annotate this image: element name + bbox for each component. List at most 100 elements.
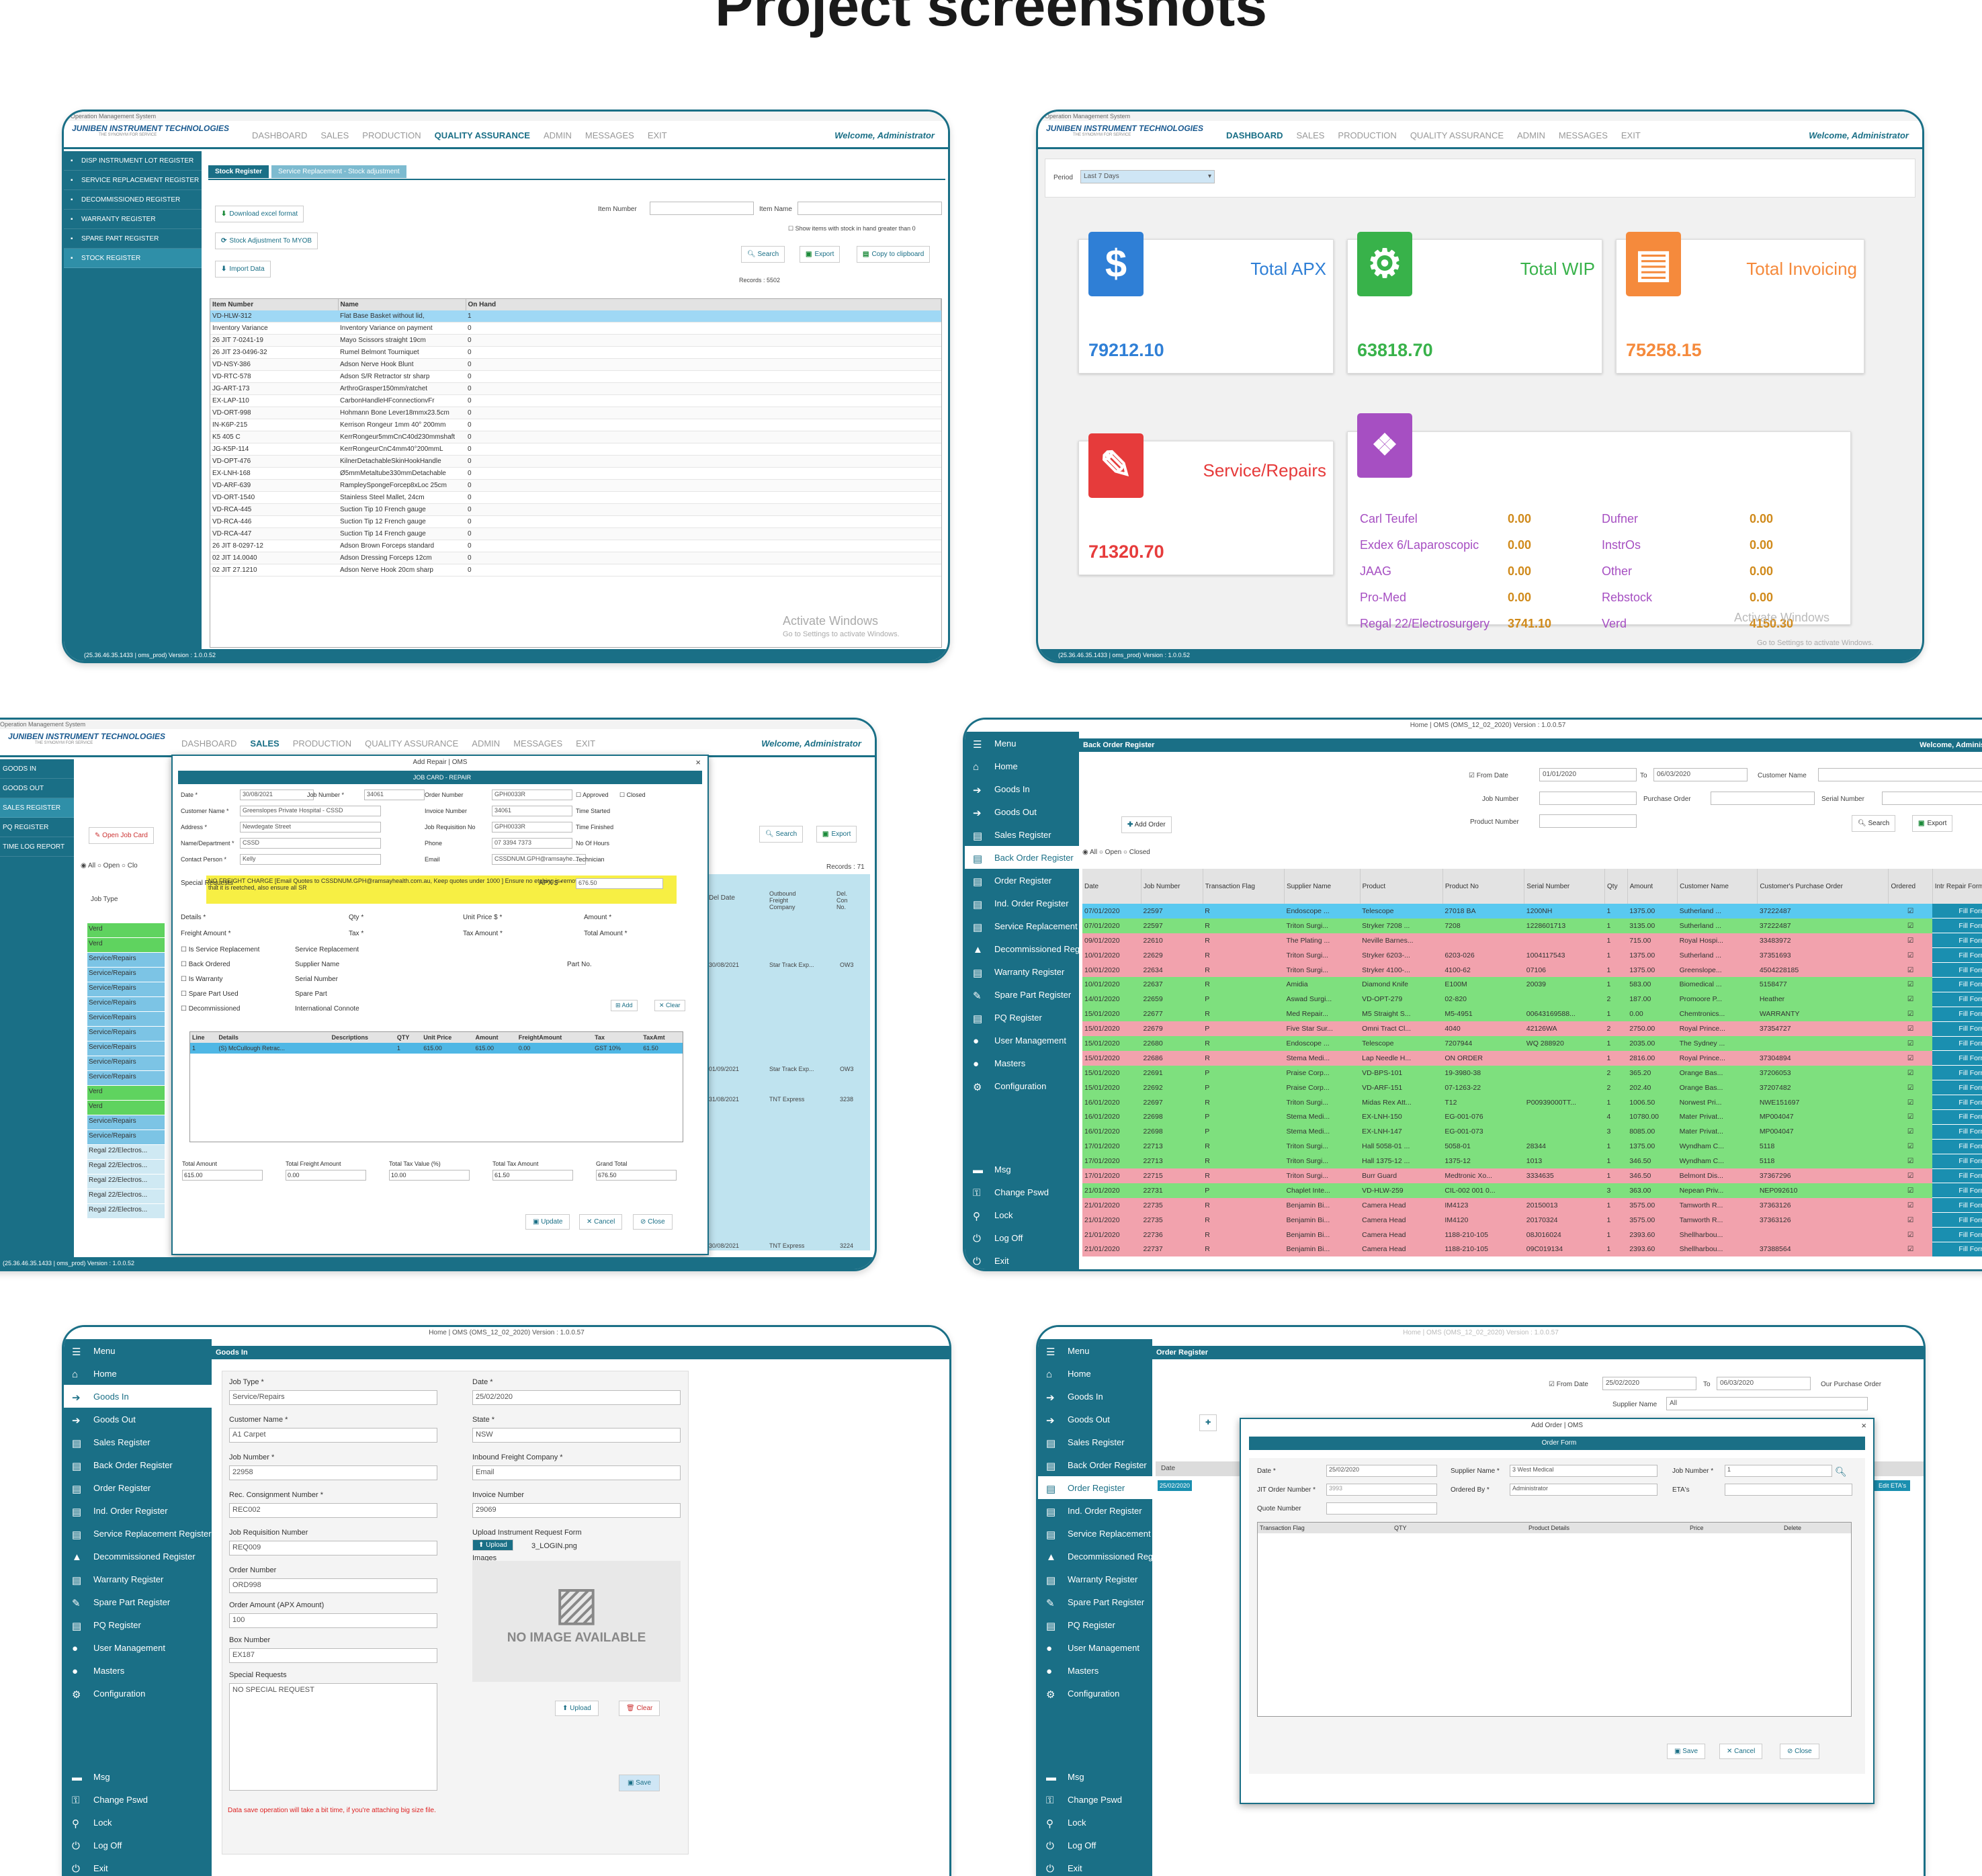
nav-quality-assurance[interactable]: QUALITY ASSURANCE bbox=[365, 738, 458, 749]
fill-form-button[interactable]: Fill Form bbox=[1932, 1109, 1982, 1125]
job-number-input[interactable] bbox=[1539, 792, 1637, 805]
fill-form-button[interactable]: Fill Form bbox=[1932, 933, 1982, 949]
table-row[interactable]: VD-HLW-312 Flat Base Basket without lid, 1 bbox=[210, 310, 941, 323]
list-item[interactable]: Regal 22/Electros... bbox=[87, 1189, 165, 1204]
column-header[interactable]: Product bbox=[1360, 869, 1443, 904]
menu-item-lock[interactable]: ⚲ Lock bbox=[1038, 1811, 1152, 1834]
list-item[interactable]: Regal 22/Electros... bbox=[87, 1204, 165, 1219]
order-number-input[interactable]: GPH0033R bbox=[492, 790, 572, 800]
nav-admin[interactable]: ADMIN bbox=[544, 130, 572, 140]
job-req-input[interactable]: GPH0033R bbox=[492, 822, 572, 833]
table-row[interactable]: 17/01/2020 22715 R Triton Surgi... Burr Guar… bbox=[1082, 1168, 1982, 1184]
list-item[interactable]: Regal 22/Electros... bbox=[87, 1160, 165, 1175]
job-number-input[interactable]: 22958 bbox=[229, 1465, 437, 1480]
sidebar-item-service-replacement-register[interactable]: SERVICE REPLACEMENT REGISTER bbox=[64, 171, 202, 190]
order-date-input[interactable]: 25/02/2020 bbox=[1326, 1465, 1437, 1477]
name-dept-input[interactable]: CSSD bbox=[240, 838, 381, 849]
close-button[interactable]: ⊘ Close bbox=[1780, 1744, 1819, 1759]
menu-item-masters[interactable]: ● Masters bbox=[965, 1052, 1079, 1074]
menu-item-spare-part-register[interactable]: ✎ Spare Part Register bbox=[1038, 1590, 1152, 1613]
menu-item-exit[interactable]: ⏻ Exit bbox=[965, 1249, 1079, 1269]
add-order-button[interactable]: ✚ Add Order bbox=[1121, 816, 1172, 833]
customer-input[interactable]: Greenslopes Private Hospital - CSSD bbox=[240, 806, 381, 816]
column-header[interactable]: Amount bbox=[1627, 869, 1678, 904]
table-row[interactable]: 10/01/2020 22637 R Amidia Diamond Knife E100M… bbox=[1082, 977, 1982, 992]
ordered-checkbox[interactable]: ☑ bbox=[1889, 1095, 1932, 1110]
table-row[interactable]: 17/01/2020 22713 R Triton Surgi... Hall 5058… bbox=[1082, 1139, 1982, 1154]
phone-input[interactable]: 07 3394 7373 bbox=[492, 838, 572, 849]
tab-service-replacement[interactable]: Service Replacement - Stock adjustment bbox=[271, 165, 406, 178]
purchase-order-input[interactable] bbox=[1711, 792, 1815, 805]
email-input[interactable]: CSSDNUM.GPH@ramsayhe... bbox=[492, 854, 586, 865]
fill-form-button[interactable]: Fill Form bbox=[1932, 1168, 1982, 1184]
table-row[interactable]: VD-RCA-447 Suction Tip 14 French gauge 0 bbox=[210, 527, 941, 540]
menu-item-ind-order-register[interactable]: ▤ Ind. Order Register bbox=[965, 892, 1079, 914]
nav-quality-assurance[interactable]: QUALITY ASSURANCE bbox=[1410, 130, 1504, 140]
table-row[interactable]: IN-K6P-215 Kerrison Rongeur 1mm 40° 200mm… bbox=[210, 419, 941, 431]
supplier-select[interactable]: 3 West Medical bbox=[1510, 1465, 1657, 1477]
list-item[interactable]: Service/Repairs bbox=[87, 1041, 165, 1056]
sidebar-item-stock-register[interactable]: STOCK REGISTER bbox=[64, 249, 202, 268]
table-row[interactable]: VD-ORT-1540 Stainless Steel Mallet, 24cm 0 bbox=[210, 491, 941, 504]
menu-item-lock[interactable]: ⚲ Lock bbox=[965, 1203, 1079, 1226]
table-row[interactable]: VD-ARF-639 RampleySpongeForcep8xLoc 25cm 0 bbox=[210, 479, 941, 492]
list-item[interactable]: Regal 22/Electros... bbox=[87, 1175, 165, 1189]
order-number-input[interactable]: ORD998 bbox=[229, 1578, 437, 1593]
menu-toggle[interactable]: ☰ Menu bbox=[1038, 1339, 1152, 1362]
nav-sales[interactable]: SALES bbox=[1297, 130, 1325, 140]
column-header[interactable]: Job Number bbox=[1141, 869, 1203, 904]
table-row[interactable]: 26 JIT 23-0496-32 Rumel Belmont Tournique… bbox=[210, 346, 941, 359]
fill-form-button[interactable]: Fill Form bbox=[1932, 1021, 1982, 1037]
menu-item-back-order-register[interactable]: ▤ Back Order Register bbox=[965, 846, 1079, 869]
menu-item-spare-part-register[interactable]: ✎ Spare Part Register bbox=[64, 1590, 212, 1613]
search-button[interactable]: 🔍︎ Search bbox=[1852, 815, 1896, 832]
table-row[interactable]: EX-LNH-168 Ø5mmMetaltube330mmDetachable 0 bbox=[210, 467, 941, 480]
to-date-input[interactable]: 06/03/2020 bbox=[1653, 768, 1748, 781]
contact-input[interactable]: Kelly bbox=[240, 854, 381, 865]
fill-form-button[interactable]: Fill Form bbox=[1932, 1095, 1982, 1110]
column-header[interactable]: Price bbox=[1688, 1523, 1782, 1533]
menu-item-pq-register[interactable]: ▤ PQ Register bbox=[1038, 1613, 1152, 1636]
column-header[interactable]: Transaction Flag bbox=[1258, 1523, 1392, 1533]
menu-item-service-replacement-register[interactable]: ▤ Service Replacement Register bbox=[965, 914, 1113, 937]
list-item[interactable]: Service/Repairs bbox=[87, 1027, 165, 1041]
fill-form-button[interactable]: Fill Form bbox=[1932, 1050, 1982, 1066]
ordered-checkbox[interactable]: ☑ bbox=[1889, 977, 1932, 992]
ordered-checkbox[interactable]: ☑ bbox=[1889, 1109, 1932, 1124]
ordered-checkbox[interactable]: ☑ bbox=[1889, 1154, 1932, 1168]
fill-form-button[interactable]: Fill Form bbox=[1932, 1124, 1982, 1140]
table-row[interactable]: 02 JIT 27.1210 Adson Nerve Hook 20cm shar… bbox=[210, 564, 941, 577]
ordered-checkbox[interactable]: ☑ bbox=[1889, 1007, 1932, 1021]
menu-item-sales-register[interactable]: ▤ Sales Register bbox=[64, 1431, 212, 1453]
ordered-checkbox[interactable]: ☑ bbox=[1889, 1036, 1932, 1051]
clear-button[interactable]: 🗑︎ Clear bbox=[619, 1701, 660, 1716]
export-button[interactable]: ▣ Export bbox=[800, 246, 841, 263]
ordered-checkbox[interactable]: ☑ bbox=[1889, 1213, 1932, 1228]
table-row[interactable]: 10/01/2020 22629 R Triton Surgi... Stryker 6… bbox=[1082, 947, 1982, 964]
fill-form-button[interactable]: Fill Form bbox=[1932, 962, 1982, 978]
column-header[interactable]: Customer Name bbox=[1677, 869, 1758, 904]
fill-form-button[interactable]: Fill Form bbox=[1932, 1242, 1982, 1257]
menu-item-log-off[interactable]: ⏻ Log Off bbox=[1038, 1834, 1152, 1857]
column-header[interactable]: Name bbox=[338, 299, 466, 310]
edit-etas-button[interactable]: Edit ETA's bbox=[1875, 1480, 1911, 1491]
table-row[interactable]: K5 405 C KerrRongeur5mmCnC40d230mmshaft 0 bbox=[210, 431, 941, 443]
table-row[interactable]: 16/01/2020 22697 R Triton Surgi... Midas Rex… bbox=[1082, 1095, 1982, 1110]
export-button[interactable]: ▣ Export bbox=[816, 826, 857, 843]
quote-number-input[interactable] bbox=[1326, 1502, 1437, 1515]
list-item[interactable]: Verd bbox=[87, 938, 165, 953]
column-header[interactable]: Serial Number bbox=[1524, 869, 1606, 904]
table-row[interactable]: VD-RCA-445 Suction Tip 10 French gauge 0 bbox=[210, 503, 941, 516]
table-row[interactable]: 02 JIT 14.0040 Adson Dressing Forceps 12c… bbox=[210, 552, 941, 564]
sidebar-item-spare-part-register[interactable]: SPARE PART REGISTER bbox=[64, 229, 202, 249]
fill-form-button[interactable]: Fill Form bbox=[1932, 1212, 1982, 1228]
totals-input[interactable]: 676.50 bbox=[596, 1170, 677, 1181]
clear-line-button[interactable]: ✕ Clear bbox=[654, 1000, 685, 1011]
column-header[interactable]: On Hand bbox=[466, 299, 941, 310]
fill-form-button[interactable]: Fill Form bbox=[1932, 947, 1982, 964]
add-line-button[interactable]: ⊞ Add bbox=[611, 1000, 638, 1011]
ordered-checkbox[interactable]: ☑ bbox=[1889, 992, 1932, 1007]
job-number-input[interactable]: 34061 bbox=[364, 790, 425, 800]
ordered-checkbox[interactable]: ☑ bbox=[1889, 1198, 1932, 1213]
date-input[interactable]: 30/08/2021 bbox=[240, 790, 314, 800]
